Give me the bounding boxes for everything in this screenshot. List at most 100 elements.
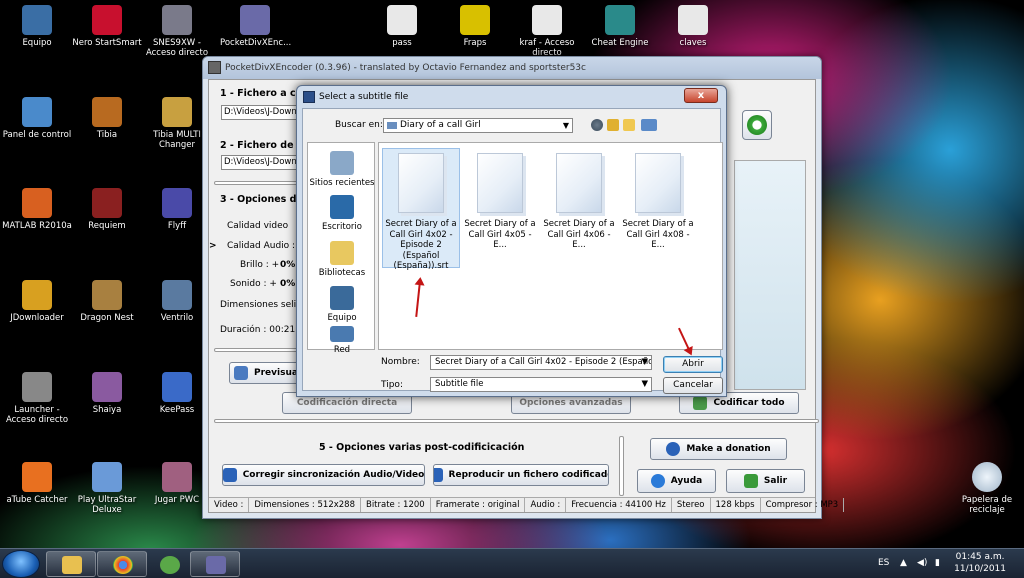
sonido-label: Sonido : + (230, 279, 277, 289)
app-titlebar[interactable]: PocketDivXEncoder (0.3.96) - translated … (203, 57, 821, 79)
look-in-dropdown[interactable]: Diary of a call Girl ▼ (383, 118, 573, 133)
exit-label: Salir (763, 476, 788, 486)
taskbar-explorer[interactable] (46, 551, 96, 577)
volume-icon[interactable]: ◀) (917, 558, 927, 568)
desktop-icon-claves[interactable]: claves (658, 5, 728, 48)
place-network[interactable]: Red (308, 326, 376, 355)
desktop-icon-label: Requiem (88, 221, 126, 231)
place-computer[interactable]: Equipo (308, 286, 376, 323)
recycle-bin-icon[interactable]: Papelera de reciclaje (952, 462, 1022, 515)
close-button[interactable]: x (684, 88, 718, 103)
desktop-icon-kraf[interactable]: kraf - Acceso directo (512, 5, 582, 58)
document-icon (556, 153, 602, 213)
status-field: 128 kbps (711, 498, 761, 512)
file-name: Secret Diary of a Call Girl 4x05 - E... (464, 219, 536, 250)
help-button[interactable]: Ayuda (637, 469, 716, 493)
tibiamulti-icon (162, 97, 192, 127)
desktop-icon-dragonnest[interactable]: Dragon Nest (72, 280, 142, 323)
desktop-icon-equipo[interactable]: Equipo (2, 5, 72, 48)
desktop-icon-shaiya[interactable]: Shaiya (72, 372, 142, 415)
advanced-options-label: Opciones avanzadas (519, 398, 623, 408)
place-libraries[interactable]: Bibliotecas (308, 241, 376, 278)
output-file-path[interactable]: D:\Videos\J-Down\D (221, 155, 301, 170)
desktop-icon-label: Equipo (22, 38, 52, 48)
desktop-icon-ultrastar[interactable]: Play UltraStar Deluxe (72, 462, 142, 515)
desktop-icon-pocketdivx[interactable]: PocketDivXEnc... (220, 5, 291, 48)
desktop-icon-label: JDownloader (10, 313, 64, 323)
new-folder-icon[interactable] (623, 119, 635, 131)
dialog-title: Select a subtitle file (319, 92, 409, 102)
recycle-bin-label: Papelera de reciclaje (961, 495, 1013, 515)
file-item[interactable]: Secret Diary of a Call Girl 4x02 - Episo… (382, 148, 460, 271)
desktop-icon-matlab[interactable]: MATLAB R2010a (2, 188, 72, 231)
back-icon[interactable] (591, 119, 603, 131)
desktop-icon-requiem[interactable]: Requiem (72, 188, 142, 231)
messenger-icon (160, 556, 180, 574)
desktop-icon-atube[interactable]: aTube Catcher (2, 462, 72, 505)
taskbar-pocketdivx[interactable] (190, 551, 240, 577)
cancel-button[interactable]: Cancelar (663, 377, 723, 394)
divider (214, 181, 299, 185)
desktop-icon-fraps[interactable]: Fraps (440, 5, 510, 48)
dialog-titlebar[interactable]: Select a subtitle file x (297, 86, 726, 108)
input-file-path[interactable]: D:\Videos\J-Down\D (221, 105, 301, 120)
desktop-icon-panel[interactable]: Panel de control (2, 97, 72, 140)
taskbar-chrome[interactable] (97, 551, 147, 577)
fix-sync-button[interactable]: Corregir sincronización Audio/Video (222, 464, 425, 486)
taskbar-messenger[interactable] (144, 551, 194, 577)
desktop-icon-label: pass (392, 38, 412, 48)
exit-button[interactable]: Salir (726, 469, 805, 493)
file-item[interactable]: Secret Diary of a Call Girl 4x05 - E... (461, 148, 539, 268)
desktop-icon-cheat[interactable]: Cheat Engine (585, 5, 655, 48)
direct-encoding-label: Codificación directa (296, 398, 398, 408)
look-in-value: Diary of a call Girl (400, 120, 481, 130)
file-item[interactable]: Secret Diary of a Call Girl 4x08 - E... (619, 148, 697, 268)
desktop-icon-snes[interactable]: SNES9XW - Acceso directo (142, 5, 212, 58)
desktop-icon-jdownloader[interactable]: JDownloader (2, 280, 72, 323)
encode-all-label: Codificar todo (713, 398, 785, 408)
view-menu-icon[interactable] (641, 119, 657, 131)
donation-button[interactable]: Make a donation (650, 438, 787, 460)
chevron-up-icon[interactable]: ▲ (900, 558, 907, 568)
play-encoded-button[interactable]: Reproducir un fichero codificado (433, 464, 609, 486)
jdownloader-icon (22, 280, 52, 310)
place-desktop[interactable]: Escritorio (308, 195, 376, 232)
help-label: Ayuda (670, 476, 703, 486)
red-arrow-annotation (415, 282, 421, 318)
place-recent[interactable]: Sitios recientes (308, 151, 376, 188)
dimensiones-label: Dimensiones seli (220, 300, 297, 310)
desktop-icon-tibia[interactable]: Tibia (72, 97, 142, 140)
desktop-icon-pass[interactable]: pass (367, 5, 437, 48)
status-field: Dimensiones : 512x288 (249, 498, 361, 512)
refresh-button[interactable] (742, 110, 772, 140)
taskbar: ES ▲ ◀) ▮ 01:45 a.m. 11/10/2011 (0, 548, 1024, 578)
app-title: PocketDivXEncoder (0.3.96) - translated … (225, 63, 586, 73)
encode-all-icon (693, 396, 708, 410)
duracion-label: Duración : 00:21:5 (220, 325, 304, 335)
cancel-label: Cancelar (673, 380, 713, 390)
status-field: Audio : (525, 498, 567, 512)
clock[interactable]: 01:45 a.m. 11/10/2011 (954, 551, 1006, 575)
start-button[interactable] (2, 550, 40, 578)
tibia-icon (92, 97, 122, 127)
desktop-icon-launcher[interactable]: Launcher - Acceso directo (2, 372, 72, 425)
video-preview (734, 160, 806, 390)
pass-icon (387, 5, 417, 35)
atube-icon (22, 462, 52, 492)
place-label: Escritorio (322, 222, 362, 232)
file-item[interactable]: Secret Diary of a Call Girl 4x06 - E... (540, 148, 618, 268)
filetype-select[interactable]: Subtitle file ▼ (430, 377, 652, 392)
desktop-icon-label: MATLAB R2010a (2, 221, 72, 231)
brillo-label: Brillo : + (240, 260, 280, 270)
desktop-icon-label: Launcher - Acceso directo (5, 405, 69, 425)
open-button[interactable]: Abrir (663, 356, 723, 373)
up-folder-icon[interactable] (607, 119, 619, 131)
document-icon (398, 153, 444, 213)
file-name: Secret Diary of a Call Girl 4x02 - Episo… (385, 219, 457, 271)
preview-button[interactable]: Previsua (229, 362, 301, 384)
language-indicator[interactable]: ES (878, 558, 889, 568)
snes-icon (162, 5, 192, 35)
desktop-icon-nero[interactable]: Nero StartSmart (72, 5, 142, 48)
filename-input[interactable]: Secret Diary of a Call Girl 4x02 - Episo… (430, 355, 652, 370)
network-signal-icon[interactable]: ▮ (935, 558, 940, 568)
